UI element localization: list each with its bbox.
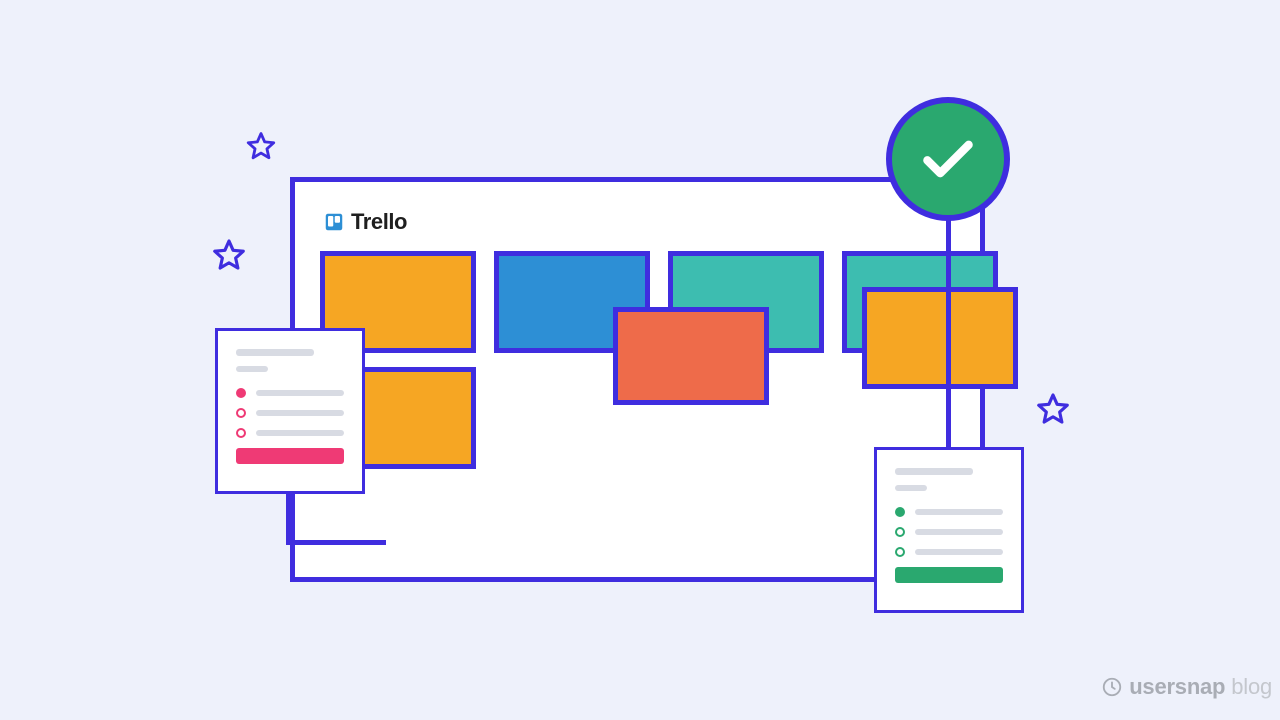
app-name: Trello — [351, 209, 407, 235]
watermark-text-light: blog — [1231, 674, 1272, 700]
connector-line — [286, 491, 291, 545]
star-icon — [1034, 391, 1072, 429]
star-icon — [244, 130, 278, 164]
watermark-text-strong: usersnap — [1129, 674, 1225, 700]
bullet-icon — [895, 527, 905, 537]
kanban-card-floating — [613, 307, 769, 405]
success-check-badge — [886, 97, 1010, 221]
trello-logo-icon — [325, 213, 343, 231]
star-icon — [210, 237, 248, 275]
clock-icon — [1101, 676, 1123, 698]
kanban-card-floating — [862, 287, 1018, 389]
connector-line — [286, 540, 386, 545]
bullet-icon — [895, 507, 905, 517]
check-icon — [917, 128, 979, 190]
note-action-bar — [236, 448, 344, 464]
task-note-card — [215, 328, 365, 494]
note-action-bar — [895, 567, 1003, 583]
app-brand: Trello — [325, 209, 407, 235]
bullet-icon — [236, 388, 246, 398]
bullet-icon — [236, 408, 246, 418]
task-note-card — [874, 447, 1024, 613]
connector-line — [946, 210, 951, 460]
bullet-icon — [236, 428, 246, 438]
bullet-icon — [895, 547, 905, 557]
watermark: usersnapblog — [1101, 674, 1272, 700]
